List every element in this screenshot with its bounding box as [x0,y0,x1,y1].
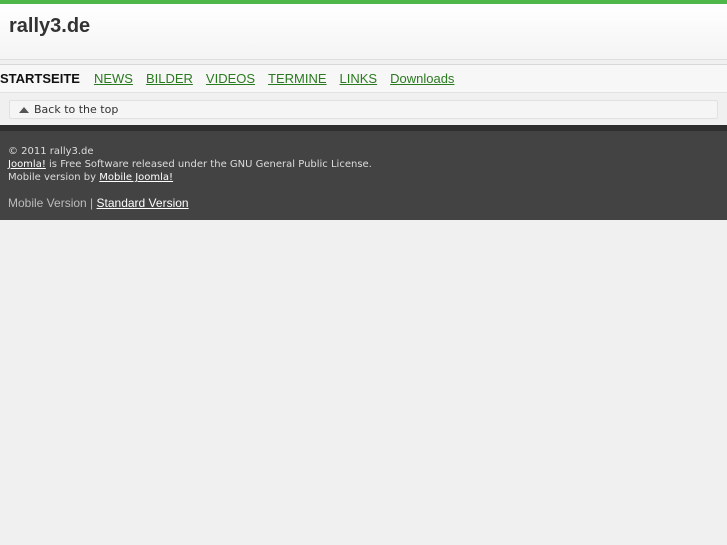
license-line: Joomla! is Free Software released under … [8,158,727,171]
nav-item-startseite[interactable]: STARTSEITE [0,71,80,86]
license-text: is Free Software released under the GNU … [45,159,372,170]
nav-item-news[interactable]: NEWS [94,71,133,86]
back-to-top-label: Back to the top [34,103,119,116]
mobile-credit-line: Mobile version by Mobile Joomla! [8,171,727,184]
copyright-text: © 2011 rally3.de [8,146,94,157]
site-header: rally3.de [0,4,727,60]
mobile-by-text: Mobile version by [8,172,100,183]
version-separator: | [86,196,97,210]
version-switcher: Mobile Version | Standard Version [8,197,727,210]
nav-item-downloads[interactable]: Downloads [390,71,454,86]
joomla-link[interactable]: Joomla! [8,159,46,170]
nav-item-links[interactable]: LINKS [340,71,378,86]
site-footer: © 2011 rally3.de Joomla! is Free Softwar… [0,131,727,220]
back-to-top-button[interactable]: Back to the top [9,100,718,119]
mobile-joomla-link[interactable]: Mobile Joomla! [99,172,173,183]
nav-item-videos[interactable]: VIDEOS [206,71,255,86]
back-to-top-container: Back to the top [0,93,727,125]
standard-version-link[interactable]: Standard Version [97,196,189,210]
nav-item-termine[interactable]: TERMINE [268,71,327,86]
mobile-version-label: Mobile Version [8,196,87,210]
main-nav: STARTSEITE NEWS BILDER VIDEOS TERMINE LI… [0,65,727,93]
triangle-up-icon [19,106,29,113]
nav-item-bilder[interactable]: BILDER [146,71,193,86]
site-title[interactable]: rally3.de [9,15,727,38]
